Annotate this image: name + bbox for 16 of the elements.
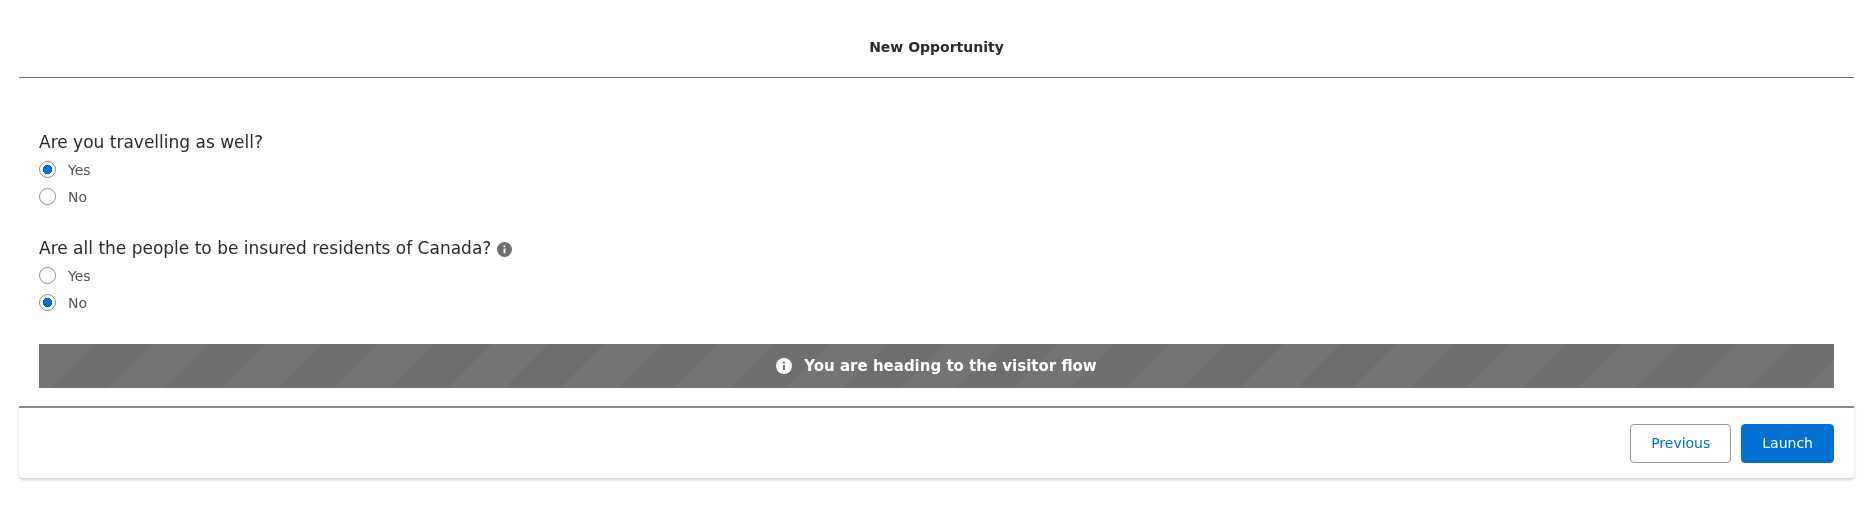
info-icon[interactable] (497, 242, 513, 257)
option-label: No (68, 294, 88, 311)
radio-button[interactable] (39, 161, 56, 178)
option-label: Yes (68, 267, 91, 284)
radio-button[interactable] (39, 294, 56, 311)
radio-button[interactable] (39, 267, 56, 284)
launch-button[interactable]: Launch (1741, 423, 1834, 463)
banner-message: You are heading to the visitor flow (804, 357, 1097, 375)
modal-title: New Opportunity (869, 38, 1004, 55)
info-icon (776, 358, 793, 374)
option-label: Yes (68, 161, 91, 178)
option-label: No (68, 188, 88, 205)
question-label: Are all the people to be insured residents of Canada? (39, 238, 492, 258)
question-label: Are you travelling as well? (39, 132, 263, 152)
radio-button[interactable] (39, 188, 56, 205)
previous-button[interactable]: Previous (1630, 423, 1732, 463)
